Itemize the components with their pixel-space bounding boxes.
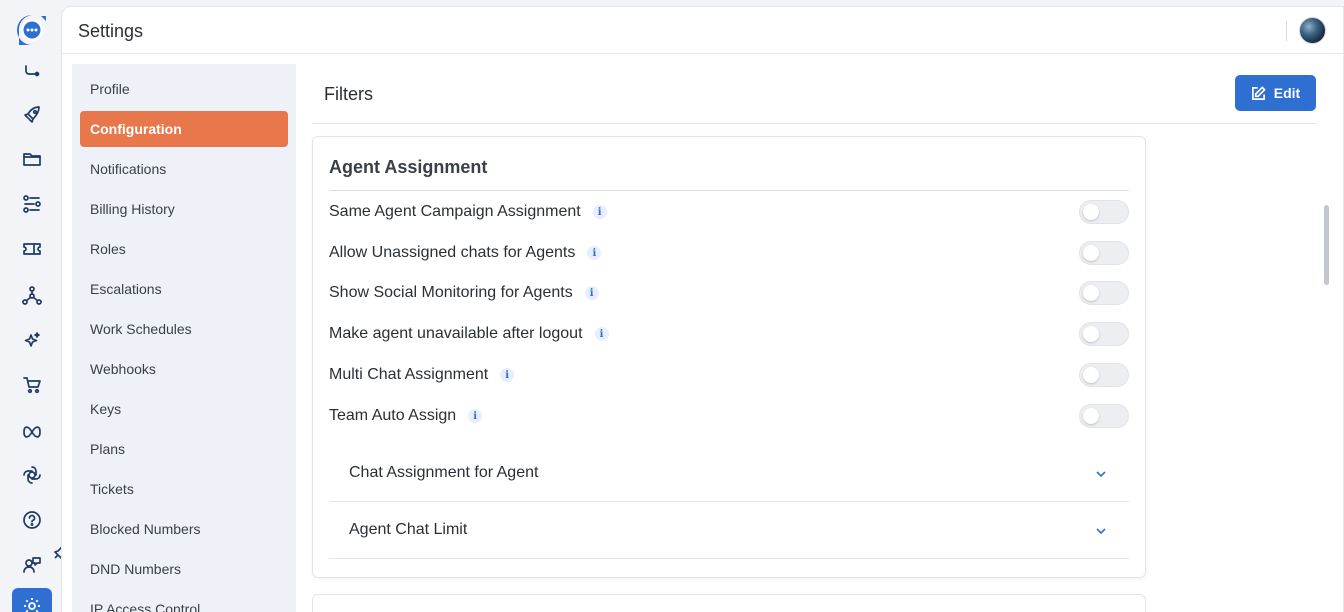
icon-rail: [0, 0, 62, 612]
nav-item-work-schedules[interactable]: Work Schedules: [80, 311, 288, 347]
main-panel: Settings Profile Configuration Notificat…: [61, 6, 1344, 612]
rocket-icon[interactable]: [20, 103, 44, 127]
accordion-agent-chat-limit[interactable]: Agent Chat Limit: [329, 502, 1129, 559]
chat-logo-icon[interactable]: [15, 13, 49, 47]
edit-label: Edit: [1273, 85, 1301, 101]
settings-nav: Profile Configuration Notifications Bill…: [72, 64, 296, 612]
toggle-knob: [1083, 204, 1099, 220]
workflow-icon[interactable]: [20, 192, 44, 216]
edit-icon: [1251, 85, 1266, 100]
next-card: [312, 594, 1146, 612]
nav-item-dnd-numbers[interactable]: DND Numbers: [80, 551, 288, 587]
sparkle-icon[interactable]: [20, 329, 44, 353]
agent-assignment-card: Agent Assignment Same Agent Campaign Ass…: [312, 136, 1146, 578]
setting-label: Multi Chat Assignment: [329, 366, 489, 383]
nav-item-plans[interactable]: Plans: [80, 431, 288, 467]
avatar[interactable]: [1299, 17, 1326, 44]
chevron-down-icon: [1095, 467, 1107, 479]
page-title: Settings: [78, 21, 144, 41]
info-icon[interactable]: i: [594, 327, 609, 341]
nav-item-tickets[interactable]: Tickets: [80, 471, 288, 507]
setting-label: Team Auto Assign: [329, 407, 457, 424]
same-agent-campaign-toggle[interactable]: [1079, 200, 1129, 224]
routing-icon[interactable]: [20, 60, 44, 84]
agent-support-icon[interactable]: [20, 553, 44, 577]
openai-icon[interactable]: [20, 463, 44, 487]
info-icon[interactable]: i: [587, 246, 602, 260]
cart-icon[interactable]: [20, 373, 44, 397]
nav-item-billing-history[interactable]: Billing History: [80, 191, 288, 227]
info-icon[interactable]: i: [468, 409, 483, 423]
help-icon[interactable]: [20, 508, 44, 532]
divider: [312, 123, 1316, 124]
ticket-icon[interactable]: [20, 237, 44, 261]
setting-label: Allow Unassigned chats for Agents: [329, 244, 576, 261]
nav-item-configuration[interactable]: Configuration: [80, 111, 288, 147]
setting-row: Same Agent Campaign Assignment i: [329, 199, 1129, 225]
setting-label: Same Agent Campaign Assignment: [329, 203, 581, 220]
divider: [1286, 21, 1287, 41]
top-bar: Settings: [62, 7, 1343, 54]
nav-item-profile[interactable]: Profile: [80, 71, 288, 107]
scrollbar[interactable]: [1324, 205, 1329, 285]
info-icon[interactable]: i: [592, 205, 607, 219]
settings-icon[interactable]: [12, 588, 52, 612]
toggle-knob: [1083, 408, 1099, 424]
nav-item-roles[interactable]: Roles: [80, 231, 288, 267]
accordion-label: Agent Chat Limit: [349, 521, 468, 538]
divider: [329, 190, 1129, 191]
chevron-down-icon: [1095, 524, 1107, 536]
social-monitoring-toggle[interactable]: [1079, 281, 1129, 305]
toggle-knob: [1083, 285, 1099, 301]
accordion-chat-assignment[interactable]: Chat Assignment for Agent: [329, 445, 1129, 502]
toggle-knob: [1083, 367, 1099, 383]
info-icon[interactable]: i: [584, 286, 599, 300]
unavailable-after-logout-toggle[interactable]: [1079, 322, 1129, 346]
allow-unassigned-toggle[interactable]: [1079, 241, 1129, 265]
nav-item-notifications[interactable]: Notifications: [80, 151, 288, 187]
setting-label: Make agent unavailable after logout: [329, 325, 583, 342]
toggle-knob: [1083, 245, 1099, 261]
toggle-knob: [1083, 326, 1099, 342]
team-auto-assign-toggle[interactable]: [1079, 404, 1129, 428]
nav-item-escalations[interactable]: Escalations: [80, 271, 288, 307]
folder-icon[interactable]: [20, 147, 44, 171]
info-icon[interactable]: i: [500, 368, 515, 382]
card-title: Agent Assignment: [329, 157, 488, 177]
multi-chat-toggle[interactable]: [1079, 363, 1129, 387]
network-icon[interactable]: [20, 283, 44, 307]
nav-item-blocked-numbers[interactable]: Blocked Numbers: [80, 511, 288, 547]
accordion-label: Chat Assignment for Agent: [349, 464, 539, 481]
section-title: Filters: [324, 84, 373, 104]
setting-row: Multi Chat Assignment i: [329, 362, 1129, 388]
edit-button[interactable]: Edit: [1235, 75, 1316, 111]
nav-item-keys[interactable]: Keys: [80, 391, 288, 427]
setting-label: Show Social Monitoring for Agents: [329, 284, 573, 301]
setting-row: Make agent unavailable after logout i: [329, 321, 1129, 347]
setting-row: Show Social Monitoring for Agents i: [329, 280, 1129, 306]
meta-icon[interactable]: [20, 418, 44, 442]
nav-item-ip-access-control[interactable]: IP Access Control: [80, 591, 288, 612]
setting-row: Team Auto Assign i: [329, 403, 1129, 429]
nav-item-webhooks[interactable]: Webhooks: [80, 351, 288, 387]
setting-row: Allow Unassigned chats for Agents i: [329, 240, 1129, 266]
